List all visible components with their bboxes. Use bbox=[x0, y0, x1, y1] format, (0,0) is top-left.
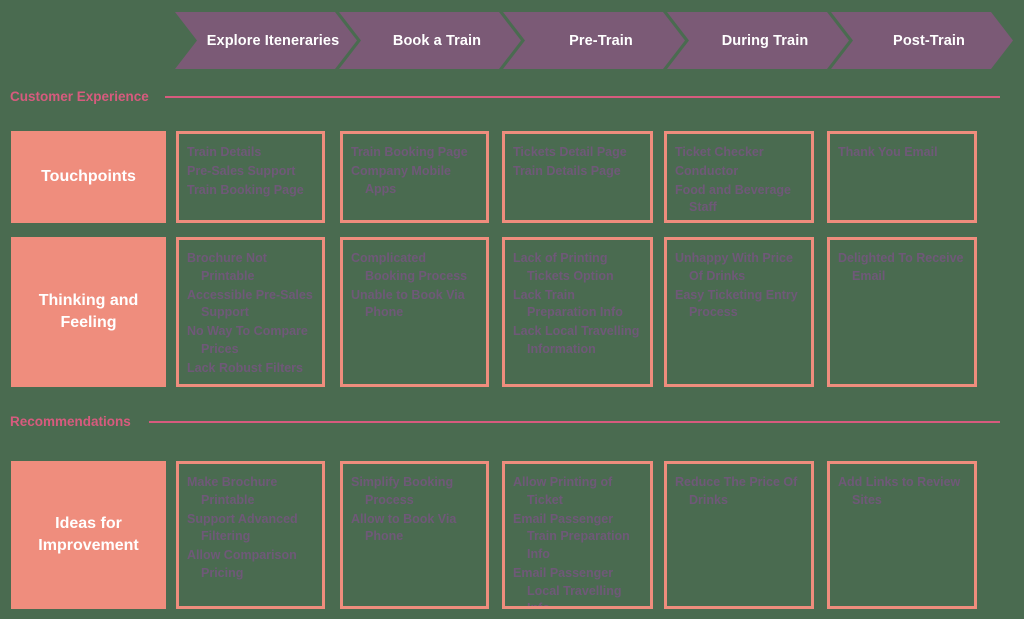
cell-list-item: Allow Comparison Pricing bbox=[187, 548, 297, 580]
cell-list: Thank You Email bbox=[838, 144, 966, 162]
phase-pre-train[interactable]: Pre-Train bbox=[503, 12, 685, 69]
cell-list-item: No Way To Compare Prices bbox=[187, 324, 308, 356]
cell-list-item: Train Details Page bbox=[513, 163, 621, 178]
cell-list: Add Links to Review Sites bbox=[838, 474, 966, 510]
row-label-text: Touchpoints bbox=[41, 168, 136, 186]
cell-list-item: Train Details bbox=[187, 145, 262, 159]
cell-list-item: Brochure Not Printable bbox=[187, 251, 267, 283]
phase-label: Pre-Train bbox=[569, 32, 633, 49]
phase-explore-iteneraries[interactable]: Explore Iteneraries bbox=[175, 12, 357, 69]
cell-thinking-and-feeling-during-train[interactable]: Unhappy With Price Of Drinks Easy Ticketi… bbox=[664, 237, 814, 387]
row-label-text: Thinking and Feeling bbox=[38, 292, 139, 331]
cell-ideas-for-improvement-book-a-train[interactable]: Simplify Booking Process Allow to Book Vi… bbox=[340, 461, 489, 609]
row-label-ideas-for-improvement: Ideas for Improvement bbox=[11, 461, 166, 609]
cell-list-item: Email Passenger Local Travelling Info bbox=[513, 565, 622, 609]
phase-post-train[interactable]: Post-Train bbox=[831, 12, 1013, 69]
section-header-customer-experience: Customer Experience bbox=[10, 89, 1000, 104]
cell-thinking-and-feeling-post-train[interactable]: Delighted To Receive Email bbox=[827, 237, 977, 387]
row-label-touchpoints: Touchpoints bbox=[11, 131, 166, 223]
cell-list-item: Lack Train Preparation Info bbox=[513, 287, 623, 320]
cell-touchpoints-post-train[interactable]: Thank You Email bbox=[827, 131, 977, 223]
cell-list-item: Conductor bbox=[675, 163, 739, 178]
cell-list-item: Delighted To Receive Email bbox=[838, 251, 964, 283]
section-divider bbox=[148, 420, 1000, 423]
cell-list-item: Reduce The Price Of Drinks bbox=[675, 475, 798, 507]
cell-list: Allow Printing of Ticket Email Passenger … bbox=[513, 474, 642, 609]
row-label-thinking-and-feeling: Thinking and Feeling bbox=[11, 237, 166, 387]
cell-list-item: Lack of Printing Tickets Option bbox=[513, 251, 614, 283]
row-label-text: Ideas for Improvement bbox=[38, 515, 139, 554]
cell-list-item: Pre-Sales Support bbox=[187, 163, 296, 178]
cell-list-item: Email Passenger Train Preparation Info bbox=[513, 511, 630, 562]
cell-list-item: Company Mobile Apps bbox=[351, 163, 452, 196]
cell-list-item: Allow Printing of Ticket bbox=[513, 475, 613, 507]
cell-list: Train Booking Page Company Mobile Apps bbox=[351, 144, 478, 198]
cell-list-item: Easy Ticketing Entry Process bbox=[675, 287, 798, 320]
cell-thinking-and-feeling-explore-iteneraries[interactable]: Brochure Not Printable Accessible Pre-Sal… bbox=[176, 237, 325, 387]
phase-book-a-train[interactable]: Book a Train bbox=[339, 12, 521, 69]
cell-list: Reduce The Price Of Drinks bbox=[675, 474, 803, 510]
cell-list: Delighted To Receive Email bbox=[838, 250, 966, 286]
cell-list-item: Ticket Checker bbox=[675, 145, 764, 159]
cell-ideas-for-improvement-post-train[interactable]: Add Links to Review Sites bbox=[827, 461, 977, 609]
cell-ideas-for-improvement-explore-iteneraries[interactable]: Make Brochure Printable Support Advanced … bbox=[176, 461, 325, 609]
section-divider bbox=[164, 95, 1000, 98]
phase-label: Post-Train bbox=[893, 32, 965, 49]
cell-list-item: Accessible Pre-Sales Support bbox=[187, 287, 313, 320]
section-title: Customer Experience bbox=[10, 89, 149, 104]
cell-list-item: Train Booking Page bbox=[351, 145, 468, 159]
cell-list: Train Details Pre-Sales Support Train Book… bbox=[187, 144, 314, 199]
phase-during-train[interactable]: During Train bbox=[667, 12, 849, 69]
cell-list-item: Make Brochure Printable bbox=[187, 475, 278, 507]
cell-touchpoints-during-train[interactable]: Ticket Checker Conductor Food and Beverage… bbox=[664, 131, 814, 223]
cell-thinking-and-feeling-pre-train[interactable]: Lack of Printing Tickets Option Lack Trai… bbox=[502, 237, 653, 387]
cell-list-item: Complicated Booking Process bbox=[351, 251, 468, 283]
phase-label: During Train bbox=[721, 32, 809, 49]
section-title: Recommendations bbox=[10, 414, 131, 429]
cell-list: Tickets Detail Page Train Details Page bbox=[513, 144, 642, 181]
cell-list: Simplify Booking Process Allow to Book Vi… bbox=[351, 474, 478, 546]
cell-ideas-for-improvement-pre-train[interactable]: Allow Printing of Ticket Email Passenger … bbox=[502, 461, 653, 609]
cell-list-item: Tickets Detail Page bbox=[513, 145, 627, 159]
cell-list: Brochure Not Printable Accessible Pre-Sal… bbox=[187, 250, 314, 377]
cell-list: Make Brochure Printable Support Advanced … bbox=[187, 474, 314, 583]
cell-list-item: Lack Local Travelling Information bbox=[513, 324, 640, 356]
cell-list-item: Thank You Email bbox=[838, 145, 938, 159]
cell-thinking-and-feeling-book-a-train[interactable]: Complicated Booking Process Unable to Boo… bbox=[340, 237, 489, 387]
cell-list: Lack of Printing Tickets Option Lack Trai… bbox=[513, 250, 642, 359]
cell-list-item: Food and Beverage Staff bbox=[675, 182, 791, 215]
cell-list-item: Train Booking Page bbox=[187, 182, 304, 197]
phase-strip: Explore Iteneraries Book a Train Pre-Tra… bbox=[175, 12, 1013, 69]
cell-list: Unhappy With Price Of Drinks Easy Ticketi… bbox=[675, 250, 803, 322]
journey-map-canvas: Explore Iteneraries Book a Train Pre-Tra… bbox=[0, 0, 1024, 619]
cell-list-item: Support Advanced Filtering bbox=[187, 511, 298, 544]
cell-touchpoints-explore-iteneraries[interactable]: Train Details Pre-Sales Support Train Book… bbox=[176, 131, 325, 223]
cell-list: Ticket Checker Conductor Food and Beverage… bbox=[675, 144, 803, 217]
cell-touchpoints-book-a-train[interactable]: Train Booking Page Company Mobile Apps bbox=[340, 131, 489, 223]
cell-touchpoints-pre-train[interactable]: Tickets Detail Page Train Details Page bbox=[502, 131, 653, 223]
phase-label: Book a Train bbox=[392, 32, 482, 49]
cell-list: Complicated Booking Process Unable to Boo… bbox=[351, 250, 478, 322]
phase-label: Explore Iteneraries bbox=[206, 32, 340, 49]
cell-list-item: Add Links to Review Sites bbox=[838, 475, 961, 507]
cell-list-item: Lack Robust Filters bbox=[187, 360, 303, 375]
cell-ideas-for-improvement-during-train[interactable]: Reduce The Price Of Drinks bbox=[664, 461, 814, 609]
cell-list-item: Allow to Book Via Phone bbox=[351, 511, 457, 544]
section-header-recommendations: Recommendations bbox=[10, 414, 1000, 429]
cell-list-item: Unhappy With Price Of Drinks bbox=[675, 251, 793, 283]
cell-list-item: Unable to Book Via Phone bbox=[351, 287, 465, 320]
cell-list-item: Simplify Booking Process bbox=[351, 475, 454, 507]
